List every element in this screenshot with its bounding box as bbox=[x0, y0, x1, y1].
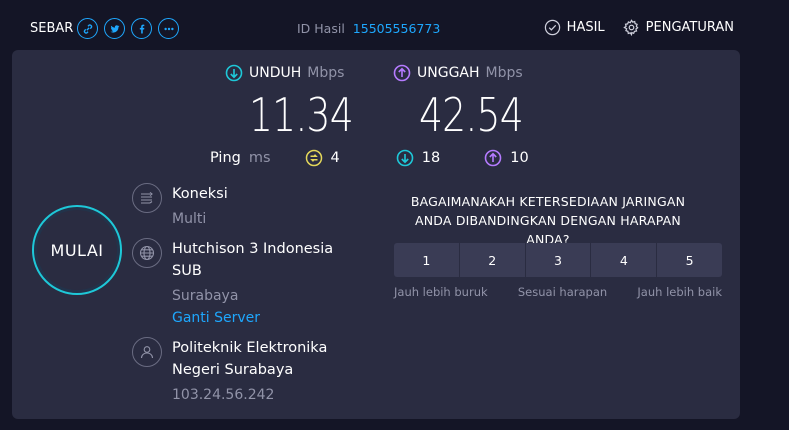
connections-icon bbox=[132, 183, 162, 213]
settings-label: PENGATURAN bbox=[645, 20, 734, 35]
survey-question: BAGAIMANAKAH KETERSEDIAAN JARINGAN ANDA … bbox=[410, 194, 686, 247]
rating-button-5[interactable]: 5 bbox=[657, 243, 722, 277]
check-circle-icon bbox=[544, 19, 560, 36]
gear-icon bbox=[622, 19, 639, 36]
ping-upload-icon bbox=[484, 149, 502, 167]
twitter-icon[interactable] bbox=[104, 18, 125, 39]
upload-unit: Mbps bbox=[485, 65, 523, 81]
share-icons bbox=[77, 18, 179, 39]
ping-download-value: 18 bbox=[421, 150, 441, 166]
results-panel: UNDUH Mbps 11.34 UNGGAH Mbps 42.54 Ping … bbox=[12, 50, 740, 419]
ping-idle: 4 bbox=[305, 149, 340, 167]
server-name: Hutchison 3 Indonesia SUB bbox=[172, 241, 334, 279]
top-nav: HASIL PENGATURAN bbox=[544, 19, 734, 36]
result-id-label: ID Hasil bbox=[297, 21, 345, 36]
rating-button-4[interactable]: 4 bbox=[591, 243, 658, 277]
rating-labels: Jauh lebih buruk Sesuai harapan Jauh leb… bbox=[394, 285, 722, 299]
rating-mid-label: Sesuai harapan bbox=[517, 285, 608, 299]
results-label: HASIL bbox=[566, 20, 605, 35]
upload-metric: UNGGAH Mbps 42.54 bbox=[393, 64, 546, 142]
facebook-icon[interactable] bbox=[131, 18, 152, 39]
upload-arrow-icon bbox=[393, 64, 411, 82]
settings-button[interactable]: PENGATURAN bbox=[622, 19, 734, 36]
upload-value: 42.54 bbox=[419, 88, 524, 142]
rating-button-2[interactable]: 2 bbox=[459, 243, 526, 277]
result-id-link[interactable]: 15505556773 bbox=[353, 21, 440, 36]
download-arrow-icon bbox=[225, 64, 243, 82]
link-icon[interactable] bbox=[77, 18, 98, 39]
ping-unit: ms bbox=[248, 150, 271, 166]
ping-row: Ping ms 4 18 10 bbox=[210, 149, 529, 167]
user-icon bbox=[132, 337, 162, 367]
rating-high-label: Jauh lebih baik bbox=[637, 285, 722, 299]
rating-button-3[interactable]: 3 bbox=[525, 243, 592, 277]
results-button[interactable]: HASIL bbox=[544, 19, 605, 36]
ping-label: Ping bbox=[210, 150, 241, 166]
result-id: ID Hasil 15505556773 bbox=[297, 21, 440, 36]
download-label: UNDUH bbox=[249, 65, 302, 81]
more-icon[interactable] bbox=[158, 18, 179, 39]
share-label: SEBAR bbox=[30, 21, 74, 36]
ping-download-icon bbox=[396, 149, 414, 167]
top-bar: SEBAR ID Hasil 15505556773 HASIL PENGATU… bbox=[0, 0, 789, 52]
ping-upload-value: 10 bbox=[510, 150, 529, 166]
client-ip: 103.24.56.242 bbox=[172, 387, 275, 403]
rating-button-1[interactable]: 1 bbox=[394, 243, 460, 277]
ping-idle-value: 4 bbox=[330, 150, 340, 166]
ping-upload: 10 bbox=[484, 149, 529, 167]
globe-icon bbox=[132, 238, 162, 268]
connection-value: Multi bbox=[172, 211, 207, 227]
ping-idle-icon bbox=[305, 149, 322, 167]
server-location: Surabaya bbox=[172, 288, 239, 304]
download-unit: Mbps bbox=[307, 65, 345, 81]
ping-download: 18 bbox=[396, 149, 440, 167]
upload-label: UNGGAH bbox=[417, 65, 480, 81]
change-server-link[interactable]: Ganti Server bbox=[172, 307, 352, 329]
go-button-label: MULAI bbox=[50, 240, 104, 260]
download-value: 11.34 bbox=[249, 88, 354, 142]
survey-rating: 1 2 3 4 5 bbox=[394, 243, 722, 277]
client-name: Politeknik Elektronika Negeri Surabaya bbox=[172, 340, 328, 378]
connection-title: Koneksi bbox=[172, 186, 228, 202]
rating-low-label: Jauh lebih buruk bbox=[394, 285, 488, 299]
download-metric: UNDUH Mbps 11.34 bbox=[225, 64, 376, 142]
go-button[interactable]: MULAI bbox=[32, 205, 122, 295]
